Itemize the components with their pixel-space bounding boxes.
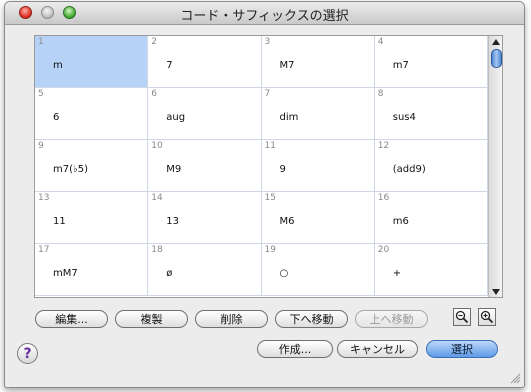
suffix-cell[interactable]: 1m	[35, 36, 149, 88]
select-button[interactable]: 選択	[426, 340, 498, 358]
suffix-cell-number: 10	[151, 141, 163, 151]
suffix-cell-label: (add9)	[392, 164, 426, 175]
suffix-cell-label: ○	[279, 268, 289, 279]
suffix-cell-number: 1	[38, 37, 44, 47]
zoom-out-icon	[455, 310, 469, 324]
help-button[interactable]: ?	[17, 343, 38, 364]
suffix-cell-number: 4	[377, 37, 384, 47]
duplicate-button[interactable]: 複製	[115, 310, 188, 328]
suffix-cell-label: M7	[279, 60, 295, 71]
suffix-grid: 1 m 2 7 3 M7 4 m7 5 6 6 aug 7 dim 8 sus4 9 m7(♭5) 10 M9 11 9 1…	[35, 36, 488, 297]
window-title: コード・サフィックスの選択	[180, 9, 349, 24]
suffix-cell-number: 14	[151, 193, 163, 203]
suffix-cell-number: 18	[151, 245, 163, 255]
title-bar: コード・サフィックスの選択	[5, 2, 524, 25]
suffix-cell-number: 16	[377, 193, 390, 203]
scroll-thumb[interactable]	[491, 49, 502, 68]
suffix-cell[interactable]: 13 11	[35, 192, 149, 244]
scroll-up-arrow-icon[interactable]	[492, 39, 500, 45]
suffix-cell-number: 8	[377, 89, 384, 99]
suffix-cell-label: dim	[279, 112, 299, 123]
edit-button[interactable]: 編集...	[35, 310, 108, 328]
suffix-cell[interactable]: 10 M9	[148, 140, 262, 192]
suffix-cell[interactable]: 9 m7(♭5)	[35, 140, 149, 192]
suffix-cell[interactable]: 27	[148, 36, 262, 88]
suffix-cell[interactable]: 14 13	[148, 192, 262, 244]
suffix-cell-label: +	[392, 268, 402, 279]
move-down-button[interactable]: 下へ移動	[275, 310, 348, 328]
zoom-in-icon	[480, 310, 494, 324]
suffix-cell-number: 11	[264, 141, 276, 151]
suffix-cell[interactable]: 18 ø	[148, 244, 262, 296]
suffix-cell-label: m	[53, 60, 63, 71]
zoom-in-button[interactable]	[478, 308, 496, 326]
suffix-cell-label: m7	[392, 60, 409, 71]
chord-suffix-dialog: コード・サフィックスの選択 1 m 2 7 3 M7 4 m7 5 6 6 aug 7 dim 8 sus4 9…	[4, 1, 525, 388]
suffix-cell-number: 9	[38, 141, 44, 151]
suffix-cell-number: 3	[264, 37, 271, 47]
suffix-cell[interactable]: 16 m6	[374, 192, 488, 244]
cancel-button[interactable]: キャンセル	[337, 340, 418, 358]
suffix-cell-number: 13	[38, 193, 50, 203]
suffix-cell-number: 19	[264, 245, 276, 255]
suffix-cell[interactable]: 3 M7	[261, 36, 375, 88]
suffix-cell[interactable]: 8 sus4	[374, 88, 488, 140]
suffix-cell-label: m7(♭5)	[53, 164, 88, 175]
suffix-cell-number: 12	[377, 141, 390, 151]
suffix-cell[interactable]: 15 M6	[261, 192, 375, 244]
suffix-cell-label: 9	[279, 164, 286, 175]
suffix-cell-number: 7	[264, 89, 271, 99]
vertical-scrollbar[interactable]	[488, 36, 502, 297]
suffix-cell-label: 13	[166, 216, 179, 227]
suffix-cell-label: mM7	[53, 268, 78, 279]
suffix-cell-label: 7	[166, 60, 173, 71]
suffix-cell-label: ø	[166, 268, 173, 279]
suffix-cell[interactable]: 56	[35, 88, 149, 140]
suffix-cell-label: 11	[53, 216, 66, 227]
suffix-cell-label: m6	[392, 216, 409, 227]
suffix-cell-number: 17	[38, 245, 50, 255]
scroll-down-arrow-icon[interactable]	[492, 289, 500, 295]
create-button[interactable]: 作成...	[257, 340, 333, 358]
suffix-cell[interactable]: 12 (add9)	[374, 140, 488, 192]
suffix-cell[interactable]: 11 9	[261, 140, 375, 192]
suffix-cell-label: aug	[166, 112, 186, 123]
suffix-cell[interactable]: 7 dim	[261, 88, 375, 140]
suffix-cell-number: 5	[38, 89, 44, 99]
zoom-out-button[interactable]	[453, 308, 471, 326]
suffix-cell-number: 20	[377, 245, 390, 255]
suffix-cell-number: 2	[151, 37, 157, 47]
delete-button[interactable]: 削除	[195, 310, 268, 328]
move-up-button[interactable]: 上へ移動	[355, 310, 428, 328]
suffix-cell[interactable]: 4 m7	[374, 36, 488, 88]
resize-grip-icon[interactable]	[509, 372, 521, 384]
suffix-cell-label: M6	[279, 216, 295, 227]
suffix-cell-number: 15	[264, 193, 276, 203]
suffix-cell[interactable]: 19 ○	[261, 244, 375, 296]
suffix-grid-frame: 1 m 2 7 3 M7 4 m7 5 6 6 aug 7 dim 8 sus4 9 m7(♭5) 10 M9 11 9 1…	[34, 35, 503, 298]
suffix-cell-label: M9	[166, 164, 182, 175]
suffix-cell[interactable]: 6 aug	[148, 88, 262, 140]
suffix-cell[interactable]: 17 mM7	[35, 244, 149, 296]
suffix-cell[interactable]: 20 +	[374, 244, 488, 296]
suffix-cell-number: 6	[151, 89, 157, 99]
suffix-cell-label: 6	[53, 112, 60, 123]
suffix-cell-label: sus4	[392, 112, 416, 123]
